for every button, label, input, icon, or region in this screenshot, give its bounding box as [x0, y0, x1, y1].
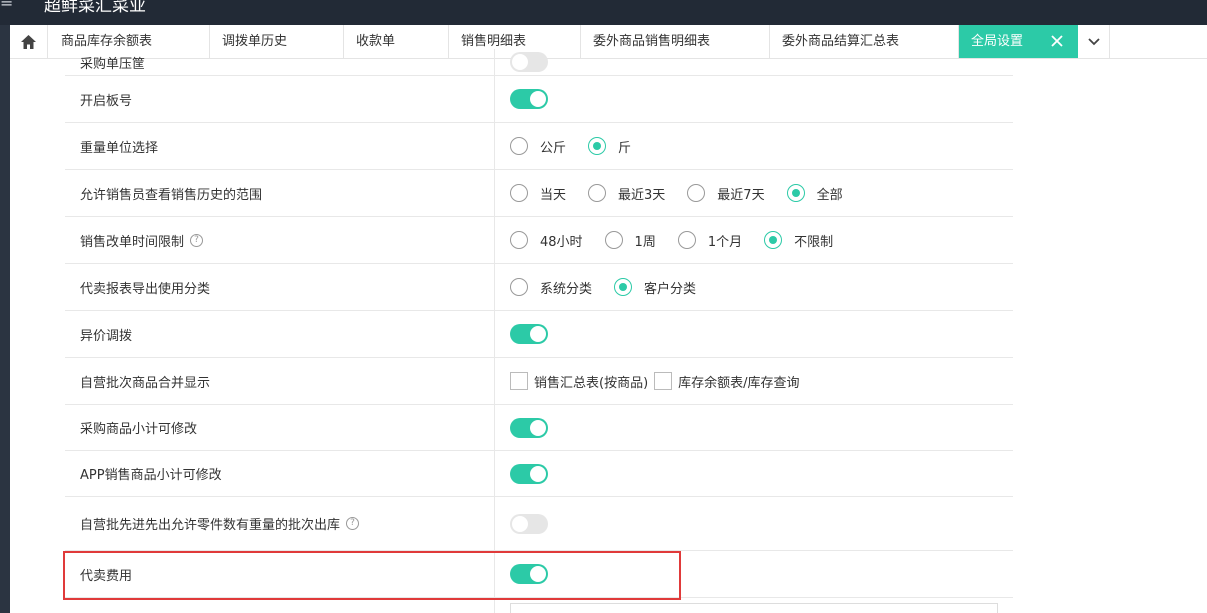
setting-row-consign-export-category: 代卖报表导出使用分类 系统分类 客户分类 — [65, 264, 1013, 311]
setting-row-fifo-weighted-batch: 自营批先进先出允许零件数有重量的批次出库? — [65, 497, 1013, 551]
setting-label: 销售改单时间限制? — [65, 217, 495, 263]
board-number-switch[interactable] — [510, 89, 548, 109]
setting-label: 允许销售员查看销售历史的范围 — [65, 170, 495, 216]
edit-limit-radio-group: 48小时 1周 1个月 不限制 — [510, 231, 855, 250]
highlight-box — [63, 551, 681, 600]
setting-row-sales-edit-limit: 销售改单时间限制? 48小时 1周 1个月 不限制 — [65, 217, 1013, 264]
radio-today[interactable]: 当天 — [510, 184, 566, 203]
purchase-basket-switch[interactable] — [510, 52, 548, 72]
setting-row-purchase-basket: 采购单压筐 — [65, 49, 1013, 76]
setting-row-price-diff-transfer: 异价调拨 — [65, 311, 1013, 358]
setting-row-purchase-subtotal-editable: 采购商品小计可修改 — [65, 405, 1013, 451]
setting-label: 代卖报表导出使用分类 — [65, 264, 495, 310]
app-sales-subtotal-switch[interactable] — [510, 463, 548, 484]
home-icon[interactable] — [10, 25, 48, 58]
price-diff-transfer-switch[interactable] — [510, 324, 548, 344]
radio-kg[interactable]: 公斤 — [510, 137, 566, 156]
left-sidebar — [0, 25, 10, 613]
setting-label: 异价调拨 — [65, 311, 495, 357]
setting-label: 开启板号 — [65, 76, 495, 122]
menu-icon[interactable]: ≡ — [0, 0, 13, 11]
checkbox-sales-summary[interactable]: 销售汇总表(按商品) — [510, 372, 648, 391]
partial-input[interactable] — [510, 603, 998, 613]
setting-label: 采购单压筐 — [65, 49, 495, 75]
question-circle-icon[interactable]: ? — [346, 517, 360, 530]
radio-48-hours[interactable]: 48小时 — [510, 231, 583, 250]
radio-unlimited[interactable]: 不限制 — [764, 231, 833, 250]
radio-system-category[interactable]: 系统分类 — [510, 278, 592, 297]
radio-jin[interactable]: 斤 — [588, 137, 631, 156]
setting-row-app-sales-subtotal-editable: APP销售商品小计可修改 — [65, 451, 1013, 497]
purchase-subtotal-switch[interactable] — [510, 417, 548, 438]
question-circle-icon[interactable]: ? — [190, 233, 204, 247]
setting-label: 自营批先进先出允许零件数有重量的批次出库? — [65, 497, 495, 550]
setting-label: 自营批次商品合并显示 — [65, 358, 495, 404]
setting-row-sales-history-range: 允许销售员查看销售历史的范围 当天 最近3天 最近7天 全部 — [65, 170, 1013, 217]
setting-row-weight-unit: 重量单位选择 公斤 斤 — [65, 123, 1013, 170]
settings-content: 采购单压筐 开启板号 重量单位选择 公斤 斤 允许销售员查看销售历史的范围 当天… — [10, 49, 1207, 613]
app-title: 超鲜菜汇菜业 — [44, 0, 146, 16]
chevron-down-icon[interactable] — [1078, 25, 1110, 58]
radio-last-3-days[interactable]: 最近3天 — [588, 184, 665, 203]
setting-row-merge-batch-display: 自营批次商品合并显示 销售汇总表(按商品) 库存余额表/库存查询 — [65, 358, 1013, 405]
top-bar: ≡ 超鲜菜汇菜业 — [0, 0, 1207, 25]
setting-label: APP销售商品小计可修改 — [65, 451, 495, 496]
radio-1-month[interactable]: 1个月 — [677, 231, 742, 250]
close-icon[interactable] — [1050, 34, 1064, 48]
fifo-weighted-batch-switch[interactable] — [510, 513, 548, 534]
history-range-radio-group: 当天 最近3天 最近7天 全部 — [510, 184, 865, 203]
radio-all[interactable]: 全部 — [786, 184, 843, 203]
setting-label: 重量单位选择 — [65, 123, 495, 169]
radio-last-7-days[interactable]: 最近7天 — [687, 184, 765, 203]
setting-label: 采购商品小计可修改 — [65, 405, 495, 450]
weight-unit-radio-group: 公斤 斤 — [510, 137, 653, 156]
export-category-radio-group: 系统分类 客户分类 — [510, 278, 718, 297]
setting-row-board-number: 开启板号 — [65, 76, 1013, 123]
radio-customer-category[interactable]: 客户分类 — [614, 278, 696, 297]
checkbox-inventory-balance[interactable]: 库存余额表/库存查询 — [654, 372, 800, 391]
radio-1-week[interactable]: 1周 — [604, 231, 656, 250]
